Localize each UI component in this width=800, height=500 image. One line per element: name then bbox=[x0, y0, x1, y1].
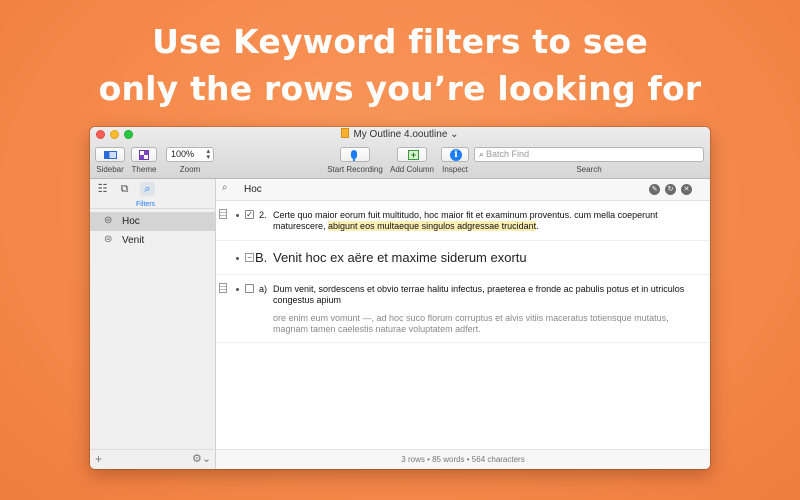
theme-label: Theme bbox=[131, 165, 157, 174]
theme-button[interactable] bbox=[131, 147, 157, 162]
sidebar-mode-bar: ☷ ⧉ ⌕ Filters bbox=[90, 179, 216, 209]
sidebar-item-label: Hoc bbox=[122, 216, 140, 227]
sidebar-toggle-button[interactable] bbox=[95, 147, 125, 162]
row-text-segment: . bbox=[536, 221, 539, 231]
row-heading-text[interactable]: Venit hoc ex aëre et maxime siderum exor… bbox=[273, 250, 527, 265]
row-text-line: congestus apium bbox=[273, 295, 342, 305]
theme-icon bbox=[139, 150, 149, 160]
row-bullet[interactable] bbox=[236, 288, 239, 291]
add-column-icon: + bbox=[408, 150, 419, 160]
status-bar: 3 rows • 85 words • 564 characters bbox=[216, 449, 710, 469]
batch-find-input[interactable]: ⌕ Batch Find bbox=[474, 147, 704, 162]
add-column-label: Add Column bbox=[389, 165, 435, 174]
row-text-line: maturescere, abigunt eos multaeque singu… bbox=[273, 221, 703, 232]
filter-icon: ⊜ bbox=[104, 234, 113, 245]
row-checkbox[interactable] bbox=[245, 284, 254, 293]
search-placeholder: Batch Find bbox=[486, 149, 530, 159]
row-text[interactable]: Dum venit, sordescens et obvio terrae ha… bbox=[273, 284, 703, 306]
collapse-toggle-icon[interactable]: − bbox=[245, 253, 254, 262]
sidebar-footer: + ⚙⌄ bbox=[90, 449, 216, 469]
row-heading-label: B. bbox=[255, 250, 268, 265]
headline-line-1: Use Keyword filters to see bbox=[152, 22, 648, 61]
keyword-highlight: abigunt eos multaeque singulos adgressae… bbox=[328, 221, 537, 231]
sidebar-icon bbox=[104, 151, 117, 159]
add-column-button[interactable]: + bbox=[397, 147, 427, 162]
row-bullet[interactable] bbox=[236, 214, 239, 217]
sidebar-item-label: Venit bbox=[122, 235, 145, 246]
zoom-stepper[interactable]: 100% ▴ ▾ bbox=[166, 147, 214, 162]
edit-filter-icon[interactable]: ✎ bbox=[649, 184, 660, 195]
sidebar: ☷ ⧉ ⌕ Filters ⊜ Hoc ⊜ Venit + ⚙⌄ bbox=[90, 179, 216, 469]
row-divider bbox=[216, 240, 710, 241]
microphone-icon bbox=[351, 150, 357, 159]
note-line: ore enim eum vomunt —, ad hoc suco floru… bbox=[273, 313, 669, 323]
row-text[interactable]: Certe quo maior eorum fuit multitudo, ho… bbox=[273, 210, 703, 232]
headline-line-2: only the rows you’re looking for bbox=[98, 69, 702, 108]
filter-icon: ⊜ bbox=[104, 215, 113, 226]
window-title[interactable]: My Outline 4.ooutline ⌄ bbox=[90, 128, 710, 140]
filter-bar: ⌕ Hoc ✎ ↻ ✕ bbox=[216, 179, 710, 201]
search-icon: ⌕ bbox=[479, 149, 485, 159]
titlebar: My Outline 4.ooutline ⌄ Sidebar Theme 10… bbox=[90, 127, 710, 179]
window-title-text: My Outline 4.ooutline bbox=[353, 129, 448, 140]
stepper-arrows-icon[interactable]: ▴ ▾ bbox=[206, 148, 210, 161]
info-icon: i bbox=[450, 149, 462, 161]
row-text-line: Dum venit, sordescens et obvio terrae ha… bbox=[273, 284, 685, 294]
outline-mode-icon[interactable]: ☷ bbox=[95, 182, 110, 196]
zoom-value: 100% bbox=[171, 149, 195, 159]
note-icon[interactable] bbox=[219, 209, 227, 219]
filter-search-icon: ⌕ bbox=[222, 182, 228, 193]
inspect-label: Inspect bbox=[442, 165, 468, 174]
filter-keyword-field[interactable]: Hoc bbox=[244, 184, 262, 195]
outline-editor: ⌕ Hoc ✎ ↻ ✕ ✓ 2. Certe quo maior eorum f… bbox=[216, 179, 710, 469]
document-icon bbox=[341, 128, 350, 138]
search-label: Search bbox=[576, 165, 602, 174]
add-filter-button[interactable]: + bbox=[95, 452, 102, 466]
clear-filter-icon[interactable]: ✕ bbox=[681, 184, 692, 195]
row-text-line: Certe quo maior eorum fuit multitudo, ho… bbox=[273, 210, 658, 220]
start-recording-label: Start Recording bbox=[327, 165, 383, 174]
filters-label: Filters bbox=[136, 201, 156, 208]
gear-icon[interactable]: ⚙⌄ bbox=[192, 452, 211, 465]
refresh-filter-icon[interactable]: ↻ bbox=[665, 184, 676, 195]
row-note-text[interactable]: ore enim eum vomunt —, ad hoc suco floru… bbox=[273, 313, 703, 335]
row-text-segment: maturescere, bbox=[273, 221, 329, 231]
sidebar-label: Sidebar bbox=[96, 165, 124, 174]
row-number: 2. bbox=[259, 210, 267, 220]
zoom-label: Zoom bbox=[179, 165, 201, 174]
filters-mode-icon[interactable]: ⌕ bbox=[140, 182, 155, 196]
sidebar-item-hoc[interactable]: ⊜ Hoc bbox=[90, 212, 215, 231]
chevron-down-icon: ⌄ bbox=[450, 129, 459, 140]
start-recording-button[interactable] bbox=[340, 147, 370, 162]
inspect-button[interactable]: i bbox=[441, 147, 469, 162]
row-number: a) bbox=[259, 284, 268, 294]
headline: Use Keyword filters to see only the rows… bbox=[0, 18, 800, 112]
sidebar-item-venit[interactable]: ⊜ Venit bbox=[90, 231, 215, 250]
note-icon[interactable] bbox=[219, 283, 227, 293]
focus-mode-icon[interactable]: ⧉ bbox=[117, 182, 132, 196]
row-checkbox[interactable]: ✓ bbox=[245, 210, 254, 219]
row-divider bbox=[216, 342, 710, 343]
note-line: magnam tamen caelestis naturae voluptate… bbox=[273, 324, 481, 334]
row-divider bbox=[216, 274, 710, 275]
app-window: My Outline 4.ooutline ⌄ Sidebar Theme 10… bbox=[90, 127, 710, 469]
row-bullet[interactable] bbox=[236, 257, 239, 260]
